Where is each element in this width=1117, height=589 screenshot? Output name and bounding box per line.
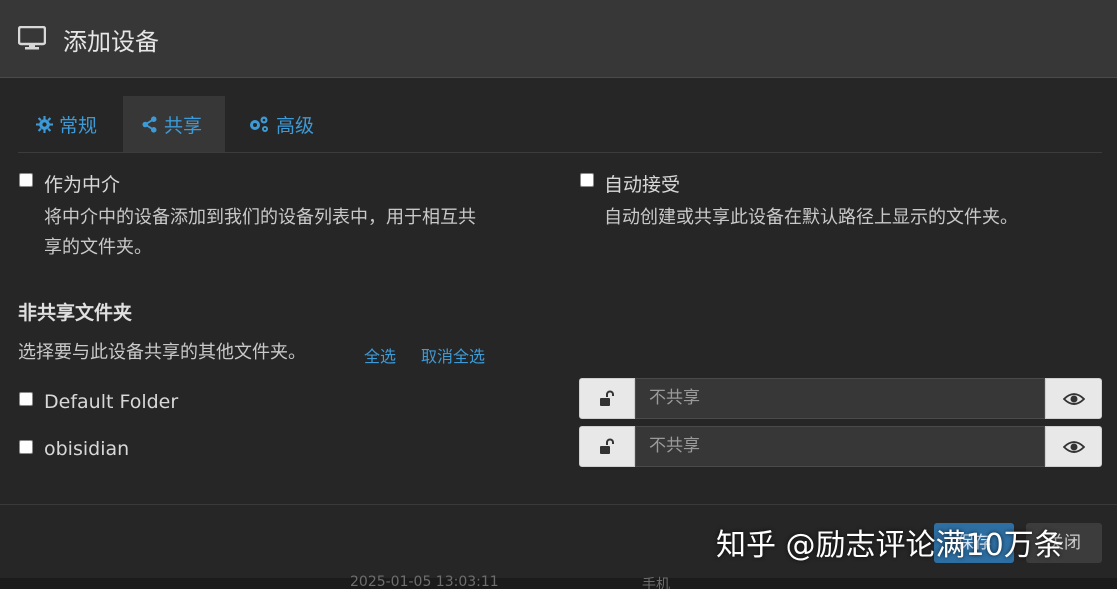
dialog-title: 添加设备 — [63, 28, 159, 56]
tab-general[interactable]: 常规 — [18, 96, 115, 152]
show-password-button[interactable] — [1045, 426, 1102, 467]
introducer-help-line1: 将中介中的设备添加到我们的设备列表中，用于相互共 — [44, 207, 476, 228]
add-device-dialog: 添加设备 常规 共享 高级 作为中介 将中介中的设备添加到我们的设备列表中，用于… — [0, 0, 1117, 589]
watermark: 知乎 @励志评论满10万条 — [716, 528, 1064, 563]
folder-checkbox-default[interactable] — [19, 392, 33, 406]
tab-bar: 常规 共享 高级 — [18, 96, 1102, 153]
background-page-strip: 2025-01-05 13:03:11 手机 — [0, 574, 1117, 589]
folder-name-obisidian: obisidian — [44, 438, 130, 460]
folder-share-row-default: 不共享 — [579, 378, 1102, 419]
share-icon — [142, 115, 157, 133]
folder-share-row-obisidian: 不共享 — [579, 426, 1102, 467]
unlock-icon — [600, 390, 614, 406]
select-all-link[interactable]: 全选 — [364, 343, 396, 367]
show-password-button[interactable] — [1045, 378, 1102, 419]
unlock-icon — [600, 438, 614, 454]
unlock-button[interactable] — [579, 378, 635, 419]
folder-checkbox-obisidian[interactable] — [19, 440, 33, 454]
share-input[interactable]: 不共享 — [635, 426, 1045, 467]
eye-icon — [1062, 440, 1085, 453]
unshared-folders-title: 非共享文件夹 — [18, 302, 133, 324]
auto-accept-label: 自动接受 — [604, 174, 681, 196]
tab-advanced[interactable]: 高级 — [230, 96, 332, 152]
introducer-label: 作为中介 — [44, 174, 121, 196]
eye-icon — [1062, 392, 1085, 405]
tab-sharing-label: 共享 — [164, 114, 203, 137]
introducer-help-line2: 享的文件夹。 — [44, 237, 152, 258]
auto-accept-help: 自动创建或共享此设备在默认路径上显示的文件夹。 — [604, 207, 1018, 228]
dialog-header: 添加设备 — [0, 0, 1117, 78]
gears-icon — [250, 116, 268, 132]
unlock-button[interactable] — [579, 426, 635, 467]
share-input[interactable]: 不共享 — [635, 378, 1045, 419]
gear-icon — [36, 115, 53, 133]
auto-accept-checkbox[interactable] — [580, 173, 594, 187]
tab-sharing[interactable]: 共享 — [123, 96, 225, 152]
tab-advanced-label: 高级 — [276, 114, 315, 137]
background-text: 手机 — [642, 577, 670, 589]
unshared-folders-description: 选择要与此设备共享的其他文件夹。 — [18, 342, 306, 363]
deselect-all-link[interactable]: 取消全选 — [421, 343, 485, 367]
background-timestamp: 2025-01-05 13:03:11 — [350, 574, 499, 589]
desktop-icon — [18, 26, 46, 50]
folder-name-default: Default Folder — [44, 391, 179, 413]
introducer-checkbox[interactable] — [19, 173, 33, 187]
tab-general-label: 常规 — [59, 114, 98, 137]
